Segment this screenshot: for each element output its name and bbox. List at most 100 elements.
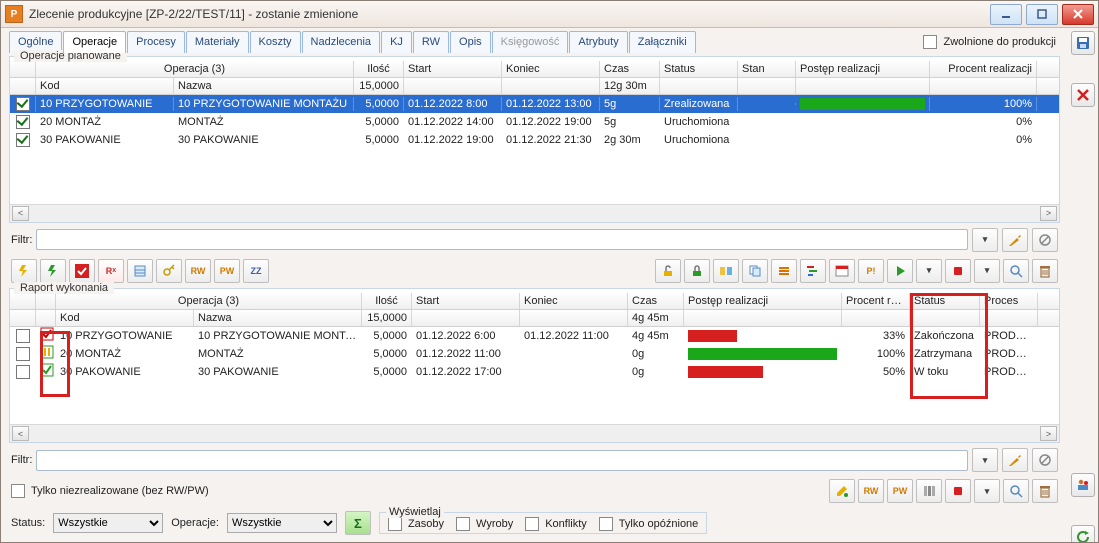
planned-hscroll[interactable]: <> xyxy=(10,204,1059,222)
bolt2-button[interactable] xyxy=(40,259,66,283)
app-window: P Zlecenie produkcyjne [ZP-2/22/TEST/11]… xyxy=(0,0,1099,543)
report-rw-button[interactable]: RW xyxy=(858,479,884,503)
copy-button[interactable] xyxy=(742,259,768,283)
report-filter-dropdown-button[interactable]: ▾ xyxy=(972,448,998,472)
filter-clear-button[interactable] xyxy=(1032,228,1058,252)
report-stop-dropdown[interactable]: ▾ xyxy=(974,479,1000,503)
lock-open-button[interactable] xyxy=(655,259,681,283)
list-button[interactable] xyxy=(771,259,797,283)
filter-dropdown-button[interactable]: ▾ xyxy=(972,228,998,252)
calendar-button[interactable] xyxy=(829,259,855,283)
report-hscroll[interactable]: <> xyxy=(10,424,1059,442)
status-select[interactable]: Wszystkie xyxy=(53,513,163,533)
report-title: Raport wykonania xyxy=(14,282,114,294)
report-stop-button[interactable] xyxy=(945,479,971,503)
row-checkbox[interactable] xyxy=(16,347,30,361)
refresh-icon[interactable] xyxy=(1071,525,1095,543)
window-title: Zlecenie produkcyjne [ZP-2/22/TEST/11] -… xyxy=(29,7,986,21)
r-button[interactable]: Rx xyxy=(98,259,124,283)
operations-select[interactable]: Wszystkie xyxy=(227,513,337,533)
stop-dropdown-button[interactable]: ▾ xyxy=(974,259,1000,283)
close-button[interactable] xyxy=(1062,4,1094,25)
row-checkbox[interactable] xyxy=(16,97,30,111)
row-checkbox[interactable] xyxy=(16,133,30,147)
tab-materiały[interactable]: Materiały xyxy=(186,31,249,53)
report-filter-input[interactable] xyxy=(36,450,968,471)
row-checkbox[interactable] xyxy=(16,115,30,129)
search-button[interactable] xyxy=(1003,259,1029,283)
report-edit-button[interactable] xyxy=(829,479,855,503)
report-search-button[interactable] xyxy=(1003,479,1029,503)
status-icon xyxy=(36,327,56,346)
lock-closed-button[interactable] xyxy=(684,259,710,283)
row-checkbox[interactable] xyxy=(16,365,30,379)
report-delete-button[interactable] xyxy=(1032,479,1058,503)
planned-grid[interactable]: Operacja (3) Ilość Start Koniec Czas Sta… xyxy=(10,61,1059,222)
check-red-button[interactable] xyxy=(69,259,95,283)
alert-button[interactable]: P! xyxy=(858,259,884,283)
show-conflicts-checkbox[interactable]: Konflikty xyxy=(525,517,587,531)
report-filter-clear-button[interactable] xyxy=(1032,448,1058,472)
only-unrealized-checkbox[interactable]: Tylko niezrealizowane (bez RW/PW) xyxy=(11,484,209,498)
tab-kj[interactable]: KJ xyxy=(381,31,412,53)
pw-button[interactable]: PW xyxy=(214,259,240,283)
show-products-checkbox[interactable]: Wyroby xyxy=(456,517,513,531)
filter-label: Filtr: xyxy=(11,234,32,246)
status-icon xyxy=(36,362,56,381)
report-pw-button[interactable]: PW xyxy=(887,479,913,503)
key-button[interactable] xyxy=(156,259,182,283)
report-filter-build-button[interactable] xyxy=(1002,448,1028,472)
sigma-button[interactable]: Σ xyxy=(345,511,371,535)
delete-button[interactable] xyxy=(1032,259,1058,283)
gantt-button[interactable] xyxy=(800,259,826,283)
report-toolbar: Tylko niezrealizowane (bez RW/PW) RW PW … xyxy=(9,477,1060,505)
table-row[interactable]: 30 PAKOWANIE30 PAKOWANIE5,000001.12.2022… xyxy=(10,131,1059,149)
planned-filter-input[interactable] xyxy=(36,229,968,250)
app-icon: P xyxy=(5,5,23,23)
planned-filter-row: Filtr: ▾ xyxy=(9,226,1060,254)
tab-nadzlecenia[interactable]: Nadzlecenia xyxy=(302,31,381,53)
play-dropdown-button[interactable]: ▾ xyxy=(916,259,942,283)
report-columns-button[interactable] xyxy=(916,479,942,503)
report-grid[interactable]: Operacja (3) Ilość Start Koniec Czas Pos… xyxy=(10,293,1059,442)
tab-opis[interactable]: Opis xyxy=(450,31,491,53)
report-panel: Raport wykonania Operacja (3) Ilość Star… xyxy=(9,288,1060,443)
status-row: Status: Wszystkie Operacje: Wszystkie Σ … xyxy=(9,508,1060,538)
tab-załączniki[interactable]: Załączniki xyxy=(629,31,696,53)
play-button[interactable] xyxy=(887,259,913,283)
status-label: Status: xyxy=(11,517,45,529)
rw-button[interactable]: RW xyxy=(185,259,211,283)
tab-operacje[interactable]: Operacje xyxy=(63,31,126,53)
tab-procesy[interactable]: Procesy xyxy=(127,31,185,53)
maximize-button[interactable] xyxy=(1026,4,1058,25)
cancel-icon[interactable] xyxy=(1071,83,1095,107)
sheet-button[interactable] xyxy=(127,259,153,283)
show-resources-checkbox[interactable]: Zasoby xyxy=(388,517,444,531)
zz-button[interactable]: ZZ xyxy=(243,259,269,283)
tab-atrybuty[interactable]: Atrybuty xyxy=(569,31,627,53)
filter-label-2: Filtr: xyxy=(11,454,32,466)
table-row[interactable]: 20 MONTAŻMONTAŻ5,000001.12.2022 11:000g1… xyxy=(10,345,1059,363)
show-delayed-checkbox[interactable]: Tylko opóźnione xyxy=(599,517,699,531)
save-icon[interactable] xyxy=(1071,31,1095,55)
minimize-button[interactable] xyxy=(990,4,1022,25)
table-row[interactable]: 30 PAKOWANIE30 PAKOWANIE5,000001.12.2022… xyxy=(10,363,1059,381)
planned-panel: Operacje planowane Operacja (3) Ilość St… xyxy=(9,56,1060,223)
table-row[interactable]: 20 MONTAŻMONTAŻ5,000001.12.2022 14:0001.… xyxy=(10,113,1059,131)
table-row[interactable]: 10 PRZYGOTOWANIE10 PRZYGOTOWANIE MONTAŻU… xyxy=(10,327,1059,345)
table-row[interactable]: 10 PRZYGOTOWANIE10 PRZYGOTOWANIE MONTAŻU… xyxy=(10,95,1059,113)
tab-rw[interactable]: RW xyxy=(413,31,449,53)
release-checkbox[interactable]: Zwolnione do produkcji xyxy=(923,35,1056,49)
people-icon[interactable] xyxy=(1071,473,1095,497)
tabs-bar: OgólneOperacjeProcesyMateriałyKosztyNadz… xyxy=(9,31,697,53)
tab-koszty[interactable]: Koszty xyxy=(250,31,301,53)
bolt1-button[interactable] xyxy=(11,259,37,283)
planned-toolbar: Rx RW PW ZZ P! ▾ ▾ xyxy=(9,257,1060,285)
filter-build-button[interactable] xyxy=(1002,228,1028,252)
titlebar: P Zlecenie produkcyjne [ZP-2/22/TEST/11]… xyxy=(1,1,1098,28)
release-label: Zwolnione do produkcji xyxy=(943,36,1056,48)
stop-button[interactable] xyxy=(945,259,971,283)
row-checkbox[interactable] xyxy=(16,329,30,343)
split-button[interactable] xyxy=(713,259,739,283)
tab-księgowość[interactable]: Księgowość xyxy=(492,31,569,53)
